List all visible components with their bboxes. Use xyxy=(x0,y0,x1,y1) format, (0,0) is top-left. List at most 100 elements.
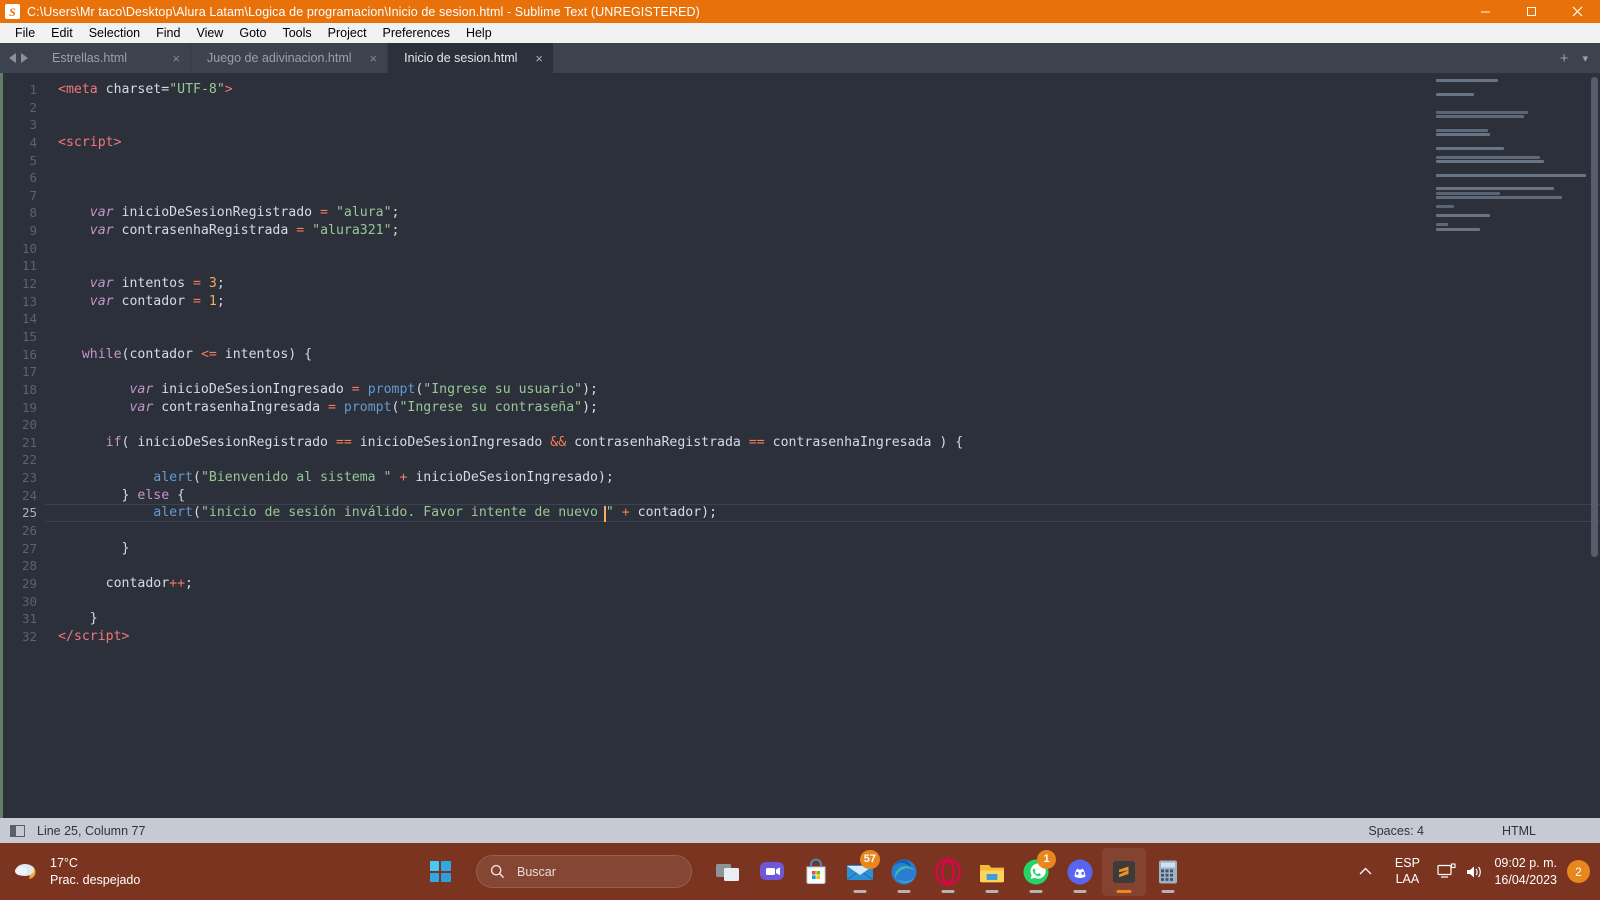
code-line[interactable]: </script> xyxy=(58,628,1600,646)
code-line[interactable]: var contrasenhaRegistrada = "alura321"; xyxy=(58,222,1600,240)
menu-item-tools[interactable]: Tools xyxy=(274,25,319,41)
code-line[interactable] xyxy=(58,99,1600,117)
code-line[interactable]: var inicioDeSesionIngresado = prompt("In… xyxy=(58,381,1600,399)
code-token: ); xyxy=(582,381,598,397)
menu-item-goto[interactable]: Goto xyxy=(231,25,274,41)
tab-2[interactable]: Juego de adivinacion.html × xyxy=(191,43,389,73)
taskbar-app-chat[interactable] xyxy=(750,848,794,896)
code-line[interactable]: var inicioDeSesionRegistrado = "alura"; xyxy=(58,204,1600,222)
tab-close-icon[interactable]: × xyxy=(370,52,378,65)
menu-item-help[interactable]: Help xyxy=(458,25,500,41)
taskbar-app-opera[interactable] xyxy=(926,848,970,896)
notification-badge[interactable]: 2 xyxy=(1567,860,1590,883)
code-line[interactable]: var contrasenhaIngresada = prompt("Ingre… xyxy=(58,399,1600,417)
code-line[interactable] xyxy=(58,451,1600,469)
menu-item-view[interactable]: View xyxy=(188,25,231,41)
language-indicator[interactable]: ESP LAA xyxy=(1382,843,1432,900)
taskbar-app-microsoft-store[interactable] xyxy=(794,848,838,896)
tab-menu-button[interactable]: ▾ xyxy=(1582,52,1588,65)
code-line[interactable] xyxy=(58,116,1600,134)
minimap[interactable] xyxy=(1436,79,1586,231)
vertical-scrollbar-thumb[interactable] xyxy=(1591,77,1598,557)
line-number: 22 xyxy=(21,452,37,468)
logo-letter: S xyxy=(9,4,16,19)
tab-close-icon[interactable]: × xyxy=(172,52,180,65)
code-line[interactable] xyxy=(58,310,1600,328)
weather-widget[interactable]: 17°C Prac. despejado xyxy=(0,855,300,888)
taskbar-app-calculator[interactable] xyxy=(1146,848,1190,896)
code-line[interactable]: } else { xyxy=(58,487,1600,505)
code-token: (contador xyxy=(121,346,201,362)
taskbar-app-task-view[interactable] xyxy=(706,848,750,896)
minimize-button[interactable] xyxy=(1462,0,1508,23)
status-bar: Line 25, Column 77 Spaces: 4 HTML xyxy=(0,818,1600,843)
code-line[interactable]: alert("Bienvenido al sistema " + inicioD… xyxy=(58,469,1600,487)
code-token: == xyxy=(335,434,352,450)
menu-item-selection[interactable]: Selection xyxy=(81,25,148,41)
line-number: 29 xyxy=(21,575,37,591)
code-line[interactable] xyxy=(58,152,1600,170)
network-icon[interactable] xyxy=(1432,843,1460,900)
search-input[interactable]: Buscar xyxy=(476,855,692,888)
code-line[interactable]: <script> xyxy=(58,134,1600,152)
code-content[interactable]: <meta charset="UTF-8"> <script> var inic… xyxy=(45,73,1600,818)
code-line[interactable] xyxy=(58,328,1600,346)
tab-label: Inicio de sesion.html xyxy=(404,51,518,65)
tab-nav-arrows[interactable] xyxy=(0,43,36,73)
taskbar-app-file-explorer[interactable] xyxy=(970,848,1014,896)
close-button[interactable] xyxy=(1554,0,1600,23)
code-line[interactable] xyxy=(58,240,1600,258)
code-line[interactable]: <meta charset="UTF-8"> xyxy=(58,81,1600,99)
taskbar-app-microsoft-edge[interactable] xyxy=(882,848,926,896)
tab-1[interactable]: Estrellas.html × xyxy=(36,43,191,73)
code-line[interactable]: if( inicioDeSesionRegistrado == inicioDe… xyxy=(58,434,1600,452)
menu-item-find[interactable]: Find xyxy=(148,25,188,41)
code-token: ); xyxy=(582,399,598,415)
calculator-icon xyxy=(1154,858,1182,886)
code-line[interactable] xyxy=(58,169,1600,187)
menu-item-preferences[interactable]: Preferences xyxy=(375,25,458,41)
tab-next-icon[interactable] xyxy=(20,53,28,63)
clock[interactable]: 09:02 p. m. 16/04/2023 xyxy=(1488,843,1565,900)
code-editor[interactable]: 1 2 3 4 5 6 7 8 9 10 11 12 13 14 15 16 17 18 19 20 21 22 23 24 2… xyxy=(0,73,1600,818)
volume-icon[interactable] xyxy=(1460,843,1488,900)
code-token: { xyxy=(169,487,186,503)
app-badge: 57 xyxy=(859,849,880,869)
tab-close-icon[interactable]: × xyxy=(535,52,543,65)
code-line[interactable]: while(contador <= intentos) { xyxy=(58,346,1600,364)
start-button[interactable] xyxy=(418,850,462,894)
tab-prev-icon[interactable] xyxy=(8,53,16,63)
code-line[interactable] xyxy=(58,557,1600,575)
line-number: 23 xyxy=(21,470,37,486)
code-line[interactable] xyxy=(58,363,1600,381)
menu-item-file[interactable]: File xyxy=(7,25,43,41)
taskbar-app-whatsapp[interactable]: 1 xyxy=(1014,848,1058,896)
menu-item-edit[interactable]: Edit xyxy=(43,25,81,41)
show-hidden-icons-chevron[interactable] xyxy=(1348,843,1382,900)
syntax-label[interactable]: HTML xyxy=(1502,824,1536,838)
taskbar-app-mail[interactable]: 57 xyxy=(838,848,882,896)
code-line[interactable]: } xyxy=(58,610,1600,628)
code-line[interactable] xyxy=(58,187,1600,205)
code-line[interactable] xyxy=(58,522,1600,540)
code-line[interactable] xyxy=(58,593,1600,611)
code-line[interactable]: var contador = 1; xyxy=(58,293,1600,311)
code-line[interactable]: alert("inicio de sesión inválido. Favor … xyxy=(45,504,1600,522)
taskbar-app-sublime-text[interactable] xyxy=(1102,847,1146,896)
code-line[interactable] xyxy=(58,257,1600,275)
code-line[interactable]: var intentos = 3; xyxy=(58,275,1600,293)
indentation-label[interactable]: Spaces: 4 xyxy=(1368,824,1424,838)
sidebar-toggle-icon[interactable] xyxy=(10,824,25,837)
code-line[interactable]: contador++; xyxy=(58,575,1600,593)
tab-3[interactable]: Inicio de sesion.html × xyxy=(388,43,553,73)
new-tab-button[interactable]: + xyxy=(1560,50,1569,67)
minimap-line xyxy=(1436,110,1528,114)
menu-item-project[interactable]: Project xyxy=(320,25,375,41)
code-line[interactable] xyxy=(58,416,1600,434)
code-line[interactable]: } xyxy=(58,540,1600,558)
taskbar-app-discord[interactable] xyxy=(1058,848,1102,896)
maximize-button[interactable] xyxy=(1508,0,1554,23)
